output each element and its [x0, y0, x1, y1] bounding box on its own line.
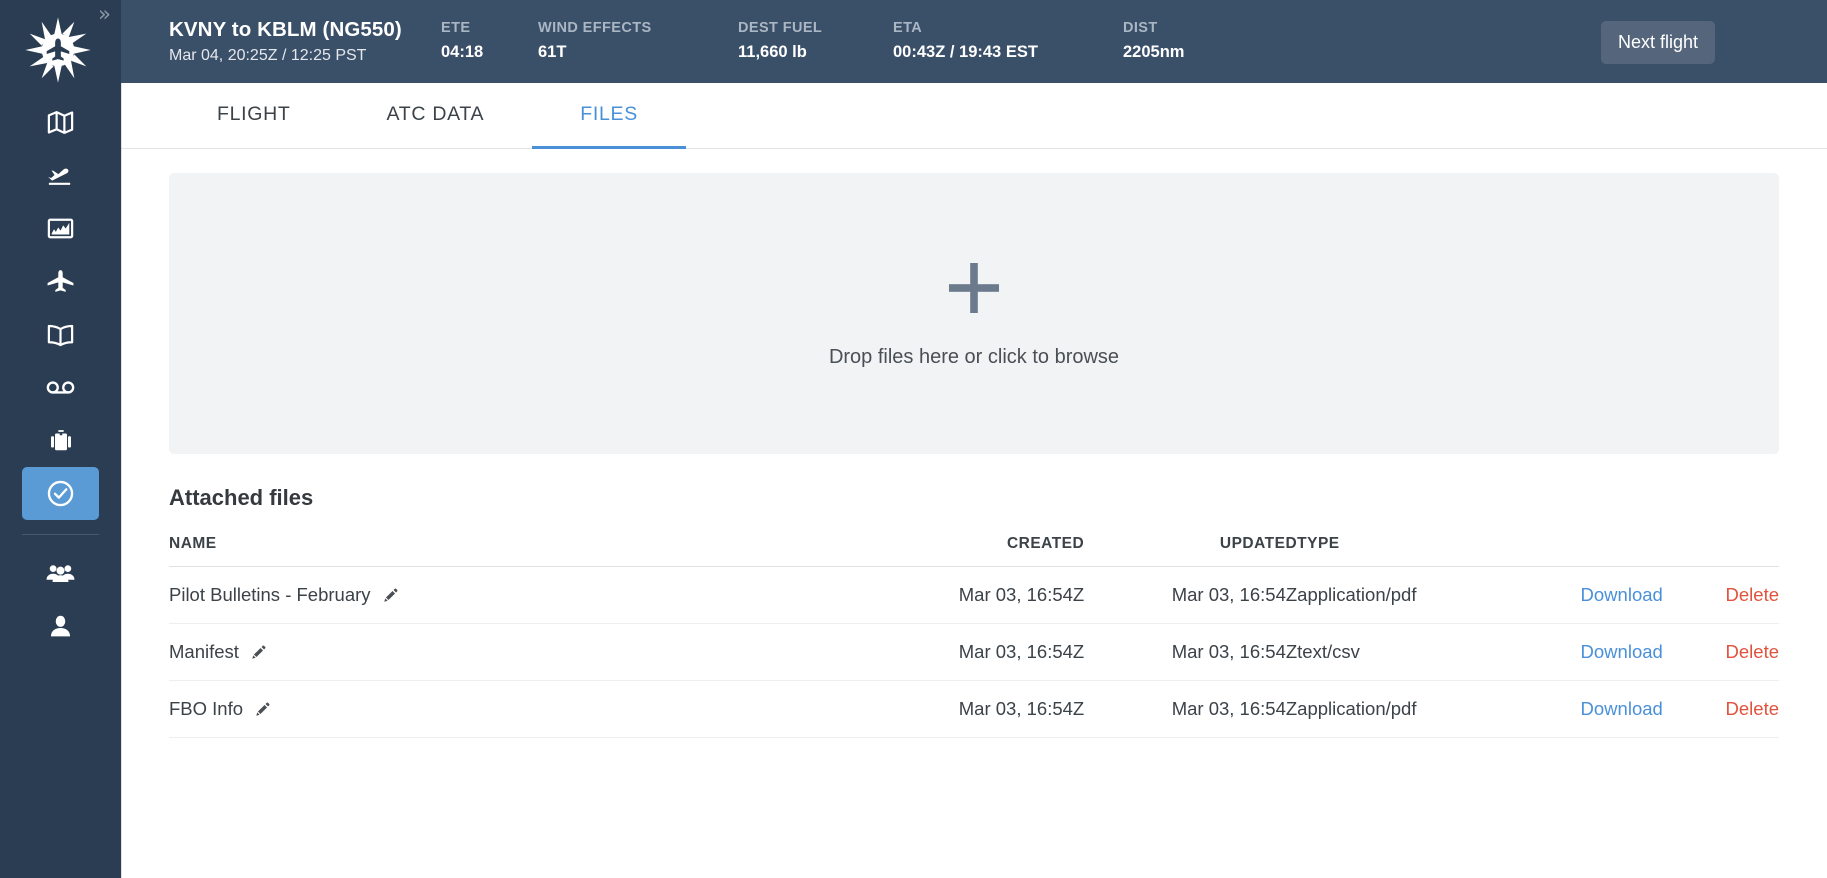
- metric-ete-label: ETE: [441, 17, 538, 39]
- plus-icon-glyph: [945, 259, 1003, 317]
- metric-dest-fuel-value: 11,660 lb: [738, 39, 893, 65]
- sidebar-item-map[interactable]: [22, 96, 99, 149]
- table-row: Pilot Bulletins - February: [169, 567, 1779, 624]
- file-type: application/pdf: [1297, 567, 1512, 624]
- table-row: Manifest Mar 03, 16:54Z: [169, 624, 1779, 681]
- download-link[interactable]: Download: [1581, 584, 1663, 605]
- column-header-created: CREATED: [873, 535, 1084, 567]
- metric-dest-fuel-label: DEST FUEL: [738, 17, 893, 39]
- column-header-download: [1512, 535, 1663, 567]
- pencil-icon-glyph: [250, 644, 267, 661]
- app-logo[interactable]: [22, 14, 94, 86]
- file-type: text/csv: [1297, 624, 1512, 681]
- file-updated: Mar 03, 16:54Z: [1084, 681, 1297, 738]
- file-name: Pilot Bulletins - February: [169, 584, 371, 606]
- edit-pencil-icon[interactable]: [382, 587, 399, 604]
- metric-dist-label: DIST: [1123, 17, 1263, 39]
- table-header-row: NAME CREATED UPDATED TYPE: [169, 535, 1779, 567]
- person-icon: [45, 611, 76, 642]
- airplane-icon: [45, 266, 76, 297]
- metric-eta: ETA 00:43Z / 19:43 EST: [893, 17, 1123, 65]
- metric-ete: ETE 04:18: [441, 17, 538, 65]
- sidebar-item-flight-takeoff[interactable]: [22, 149, 99, 202]
- sidebar-item-profile[interactable]: [22, 600, 99, 653]
- file-name: FBO Info: [169, 698, 243, 720]
- next-flight-button[interactable]: Next flight: [1601, 21, 1715, 64]
- metric-eta-label: ETA: [893, 17, 1123, 39]
- check-circle-icon: [44, 477, 77, 510]
- pencil-icon-glyph: [382, 587, 399, 604]
- main-area: KVNY to KBLM (NG550) Mar 04, 20:25Z / 12…: [121, 0, 1827, 878]
- download-link[interactable]: Download: [1581, 698, 1663, 719]
- metric-wind-effects-value: 61T: [538, 39, 738, 65]
- plus-icon: [945, 259, 1003, 322]
- voicemail-icon: [44, 371, 77, 404]
- download-link[interactable]: Download: [1581, 641, 1663, 662]
- file-name: Manifest: [169, 641, 239, 663]
- metric-wind-effects: WIND EFFECTS 61T: [538, 17, 738, 65]
- app-root: »: [0, 0, 1827, 878]
- table-row: FBO Info Mar 03, 16:54Z: [169, 681, 1779, 738]
- column-header-type: TYPE: [1297, 535, 1512, 567]
- file-name-cell: Manifest: [169, 624, 873, 681]
- tab-atc-data[interactable]: ATC DATA: [339, 83, 533, 149]
- attached-files-table: NAME CREATED UPDATED TYPE Pilot Bulletin…: [169, 535, 1779, 738]
- sidebar-item-aircraft[interactable]: [22, 255, 99, 308]
- tab-flight[interactable]: FLIGHT: [169, 83, 339, 149]
- chart-image-icon: [45, 213, 76, 244]
- sidebar-item-voicemail[interactable]: [22, 361, 99, 414]
- sidebar-item-logbook[interactable]: [22, 308, 99, 361]
- edit-pencil-icon[interactable]: [254, 701, 271, 718]
- metric-dest-fuel: DEST FUEL 11,660 lb: [738, 17, 893, 65]
- sidebar-item-trips[interactable]: [22, 414, 99, 467]
- route-title: KVNY to KBLM (NG550): [169, 17, 441, 42]
- file-created: Mar 03, 16:54Z: [873, 567, 1084, 624]
- column-header-updated: UPDATED: [1084, 535, 1297, 567]
- tab-bar: FLIGHT ATC DATA FILES: [121, 83, 1827, 149]
- dropzone-label: Drop files here or click to browse: [829, 345, 1119, 369]
- sidebar-item-charts[interactable]: [22, 202, 99, 255]
- tab-files[interactable]: FILES: [532, 83, 686, 149]
- sunburst-airplane-logo-icon: [24, 16, 92, 84]
- map-icon: [45, 107, 76, 138]
- metric-eta-value: 00:43Z / 19:43 EST: [893, 39, 1123, 65]
- briefcase-icon: [46, 426, 76, 456]
- sidebar-collapse-icon[interactable]: »: [98, 4, 111, 25]
- file-updated: Mar 03, 16:54Z: [1084, 567, 1297, 624]
- table-header: NAME CREATED UPDATED TYPE: [169, 535, 1779, 567]
- sidebar: »: [0, 0, 121, 878]
- file-created: Mar 03, 16:54Z: [873, 681, 1084, 738]
- delete-link[interactable]: Delete: [1726, 641, 1779, 662]
- sidebar-item-crew[interactable]: [22, 547, 99, 600]
- attached-files-title: Attached files: [169, 484, 1779, 512]
- sidebar-items: [0, 96, 121, 653]
- edit-pencil-icon[interactable]: [250, 644, 267, 661]
- delete-link[interactable]: Delete: [1726, 584, 1779, 605]
- sidebar-divider: [22, 534, 99, 535]
- pencil-icon-glyph: [254, 701, 271, 718]
- sidebar-item-tasks[interactable]: [22, 467, 99, 520]
- sidebar-header: »: [0, 0, 121, 96]
- column-header-name: NAME: [169, 535, 873, 567]
- file-dropzone[interactable]: Drop files here or click to browse: [169, 173, 1779, 454]
- route-block: KVNY to KBLM (NG550) Mar 04, 20:25Z / 12…: [121, 17, 441, 68]
- delete-link[interactable]: Delete: [1726, 698, 1779, 719]
- metric-wind-effects-label: WIND EFFECTS: [538, 17, 738, 39]
- table-body: Pilot Bulletins - February: [169, 567, 1779, 738]
- metric-dist-value: 2205nm: [1123, 39, 1263, 65]
- route-departure-time: Mar 04, 20:25Z / 12:25 PST: [169, 44, 441, 68]
- file-name-cell: FBO Info: [169, 681, 873, 738]
- flight-header-bar: KVNY to KBLM (NG550) Mar 04, 20:25Z / 12…: [121, 0, 1827, 83]
- people-group-icon: [45, 558, 76, 589]
- file-updated: Mar 03, 16:54Z: [1084, 624, 1297, 681]
- metric-dist: DIST 2205nm: [1123, 17, 1263, 65]
- metric-ete-value: 04:18: [441, 39, 538, 65]
- file-name-cell: Pilot Bulletins - February: [169, 567, 873, 624]
- flight-takeoff-icon: [45, 160, 76, 191]
- files-panel: Drop files here or click to browse Attac…: [121, 149, 1827, 878]
- file-type: application/pdf: [1297, 681, 1512, 738]
- column-header-delete: [1663, 535, 1779, 567]
- open-book-icon: [45, 319, 76, 350]
- file-created: Mar 03, 16:54Z: [873, 624, 1084, 681]
